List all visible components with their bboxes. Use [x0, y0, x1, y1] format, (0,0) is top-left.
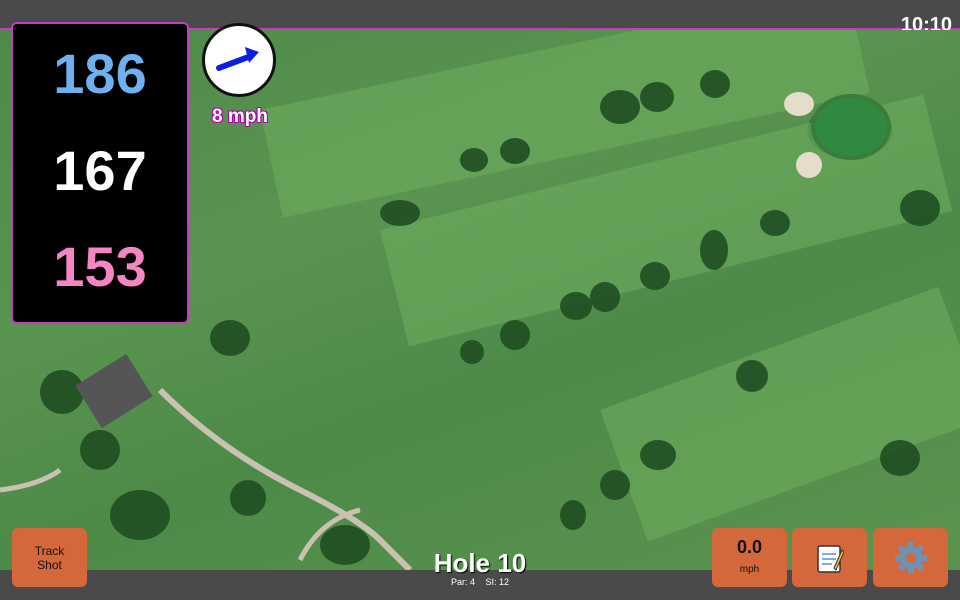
- track-shot-button[interactable]: Track Shot: [12, 528, 87, 587]
- settings-button[interactable]: [873, 528, 948, 587]
- notepad-icon: [816, 544, 844, 573]
- wind-dial: [202, 23, 276, 97]
- back-yardage: 186: [53, 42, 147, 105]
- notes-button[interactable]: [792, 528, 867, 587]
- track-shot-label-line2: Shot: [37, 558, 62, 572]
- speed-value: 0.0: [736, 537, 763, 557]
- speed-button[interactable]: 0.0 mph: [712, 528, 787, 587]
- front-yardage: 153: [53, 235, 147, 298]
- wind-speed: 8 mph: [212, 106, 268, 127]
- wind-arrow-icon: [216, 47, 259, 71]
- speed-unit: mph: [739, 564, 760, 575]
- hole-stroke-index: SI: 12: [485, 577, 510, 587]
- hole-title: Hole 10: [433, 548, 527, 578]
- hole-meta: Par: 4 SI: 12: [380, 577, 580, 587]
- yardage-panel: 186 167 153: [11, 22, 189, 324]
- hole-par: Par: 4: [450, 577, 475, 587]
- middle-yardage: 167: [53, 139, 147, 202]
- track-shot-label-line1: Track: [34, 544, 65, 558]
- gear-icon: [894, 541, 927, 574]
